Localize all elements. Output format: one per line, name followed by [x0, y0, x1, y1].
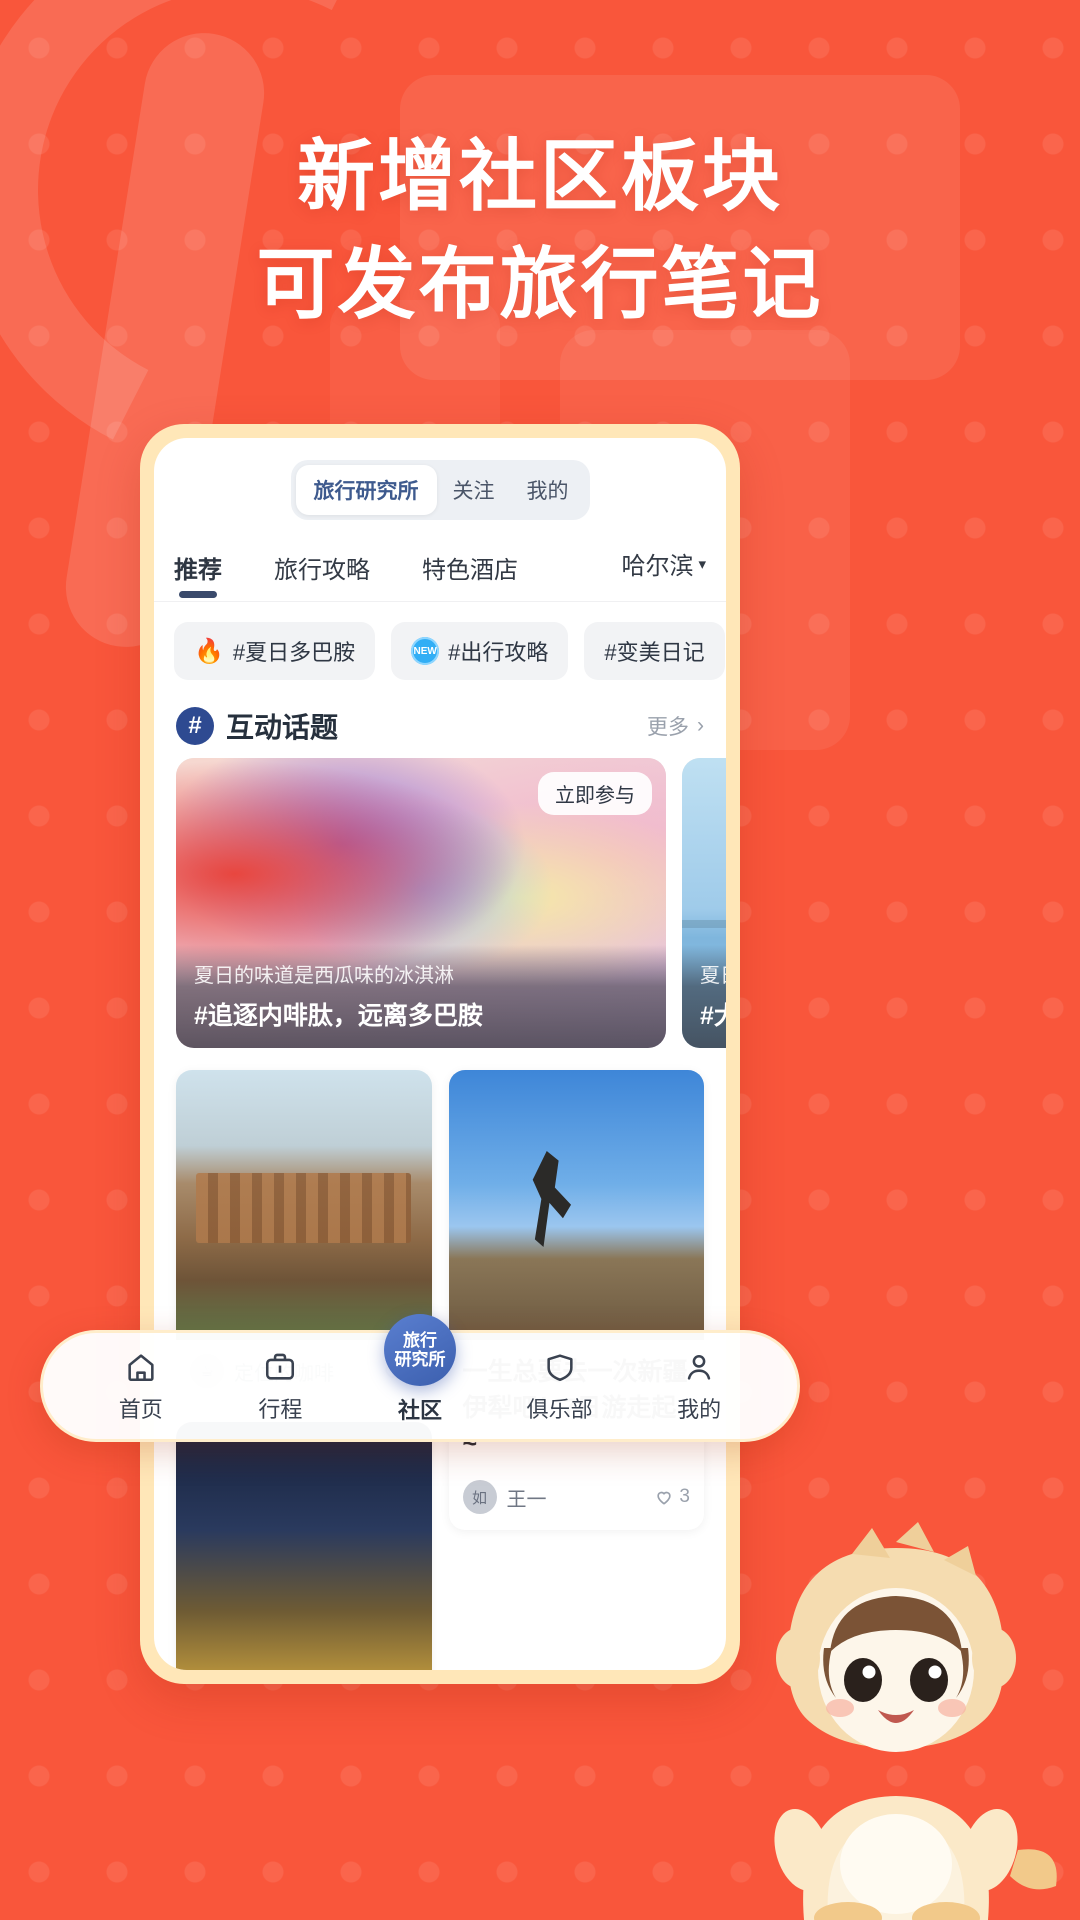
- topic-card-subtitle: 夏日的味道是西瓜味的冰淇淋: [194, 965, 454, 987]
- chip-dopamine[interactable]: 🔥 #夏日多巴胺: [174, 622, 376, 680]
- category-tab-recommend-label: 推荐: [174, 557, 222, 584]
- feed-card-image: [176, 1070, 432, 1340]
- section-header-topics: # 互动话题 更多 ›: [154, 686, 726, 758]
- phone-screen: 旅行研究所 关注 我的 推荐 旅行攻略 特色酒店 哈尔滨 ▾ 🔥 #夏日多巴胺: [154, 438, 726, 1670]
- city-selector-label: 哈尔滨: [621, 553, 694, 580]
- hash-icon: #: [176, 707, 218, 747]
- nav-item-club-label: 俱乐部: [526, 1396, 593, 1422]
- category-tabs: 推荐 旅行攻略 特色酒店 哈尔滨 ▾: [154, 532, 726, 602]
- city-selector[interactable]: 哈尔滨 ▾: [621, 546, 706, 597]
- section-more-label: 更多: [647, 716, 689, 739]
- mascot-dinosaur-character: [774, 1522, 1057, 1920]
- nav-item-club[interactable]: 俱乐部: [490, 1349, 630, 1424]
- category-tab-recommend[interactable]: 推荐: [168, 542, 228, 601]
- nav-item-trips[interactable]: 行程: [211, 1349, 351, 1424]
- join-now-button[interactable]: 立即参与: [538, 772, 652, 815]
- chip-beauty-diary[interactable]: #变美日记: [584, 622, 725, 680]
- category-tab-guides[interactable]: 旅行攻略: [274, 542, 370, 601]
- topic-card-secondary[interactable]: 夏日的 #大连: [682, 758, 726, 1048]
- feed-card-meta-2: 如 王一 3: [449, 1466, 705, 1530]
- topic-card-caption: 夏日的味道是西瓜味的冰淇淋 #追逐内啡肽，远离多巴胺: [176, 945, 666, 1048]
- heart-outline-icon-2: [657, 1491, 672, 1505]
- nav-item-community[interactable]: 旅行 研究所 社区: [350, 1313, 490, 1425]
- segment-travel-lab[interactable]: 旅行研究所: [295, 465, 437, 515]
- category-tab-hotels[interactable]: 特色酒店: [422, 542, 518, 601]
- avatar-2: 如: [462, 1480, 497, 1514]
- fire-icon: 🔥: [194, 637, 224, 665]
- feed-card-image-climb: [448, 1070, 704, 1340]
- nav-item-home[interactable]: 首页: [71, 1349, 211, 1424]
- topic-card-title-2: #大连: [700, 1002, 726, 1030]
- feed-card-church[interactable]: [176, 1422, 432, 1670]
- nav-item-mine[interactable]: 我的: [629, 1349, 769, 1424]
- nav-item-trips-label: 行程: [258, 1396, 303, 1422]
- chip-beauty-diary-label: #变美日记: [604, 640, 705, 665]
- phone-mockup: 旅行研究所 关注 我的 推荐 旅行攻略 特色酒店 哈尔滨 ▾ 🔥 #夏日多巴胺: [140, 424, 740, 1684]
- bottom-navigation-bar: 首页 行程 旅行 研究所 社区 俱乐部 我的: [40, 1313, 800, 1442]
- segmented-control-wrap: 旅行研究所 关注 我的: [154, 438, 726, 532]
- nav-item-mine-label: 我的: [677, 1396, 722, 1422]
- promo-headline: 新增社区板块 可发布旅行笔记: [0, 122, 1080, 338]
- topic-card-caption-2: 夏日的 #大连: [682, 945, 726, 1048]
- section-title: 互动话题: [226, 712, 339, 743]
- community-logo-text: 旅行 研究所: [394, 1330, 446, 1369]
- topic-card-carousel[interactable]: 立即参与 夏日的味道是西瓜味的冰淇淋 #追逐内啡肽，远离多巴胺 夏日的 #大连: [154, 758, 726, 1048]
- chevron-down-icon: ▾: [698, 555, 706, 573]
- feed-card-author-2: 王一: [506, 1488, 547, 1511]
- person-icon: [681, 1349, 717, 1385]
- feed-card-xinjiang[interactable]: 一生总要去一次新疆伊犁吧！7日游走起~ 如 王一 3: [448, 1070, 705, 1530]
- segment-mine[interactable]: 我的: [511, 465, 585, 515]
- new-badge-icon: NEW: [411, 637, 440, 665]
- like-count-2[interactable]: 3: [654, 1486, 690, 1508]
- nav-item-home-label: 首页: [118, 1396, 163, 1422]
- segment-following[interactable]: 关注: [437, 465, 511, 515]
- topic-card-subtitle-2: 夏日的: [700, 965, 726, 987]
- home-icon: [123, 1349, 159, 1385]
- feed-card-image-church: [176, 1422, 432, 1670]
- nav-item-community-label: 社区: [397, 1397, 442, 1423]
- heart-shield-icon: [542, 1349, 578, 1385]
- section-more-button[interactable]: 更多 ›: [647, 711, 704, 741]
- suitcase-icon: [262, 1349, 298, 1385]
- chip-travel-tips[interactable]: NEW #出行攻略: [391, 622, 569, 680]
- topic-card-title: #追逐内啡肽，远离多巴胺: [194, 1002, 483, 1030]
- chip-dopamine-label: #夏日多巴胺: [232, 640, 356, 665]
- chip-travel-tips-label: #出行攻略: [448, 640, 549, 665]
- like-count-value-2: 3: [679, 1486, 690, 1507]
- segmented-control: 旅行研究所 关注 我的: [290, 460, 590, 520]
- community-logo: 旅行 研究所: [383, 1313, 456, 1386]
- headline-line-2: 可发布旅行笔记: [256, 240, 824, 328]
- headline-line-1: 新增社区板块: [296, 132, 783, 220]
- topic-card-primary[interactable]: 立即参与 夏日的味道是西瓜味的冰淇淋 #追逐内啡肽，远离多巴胺: [176, 758, 666, 1048]
- chevron-right-icon: ›: [697, 714, 704, 737]
- hashtag-chip-row[interactable]: 🔥 #夏日多巴胺 NEW #出行攻略 #变美日记 #一: [154, 602, 726, 686]
